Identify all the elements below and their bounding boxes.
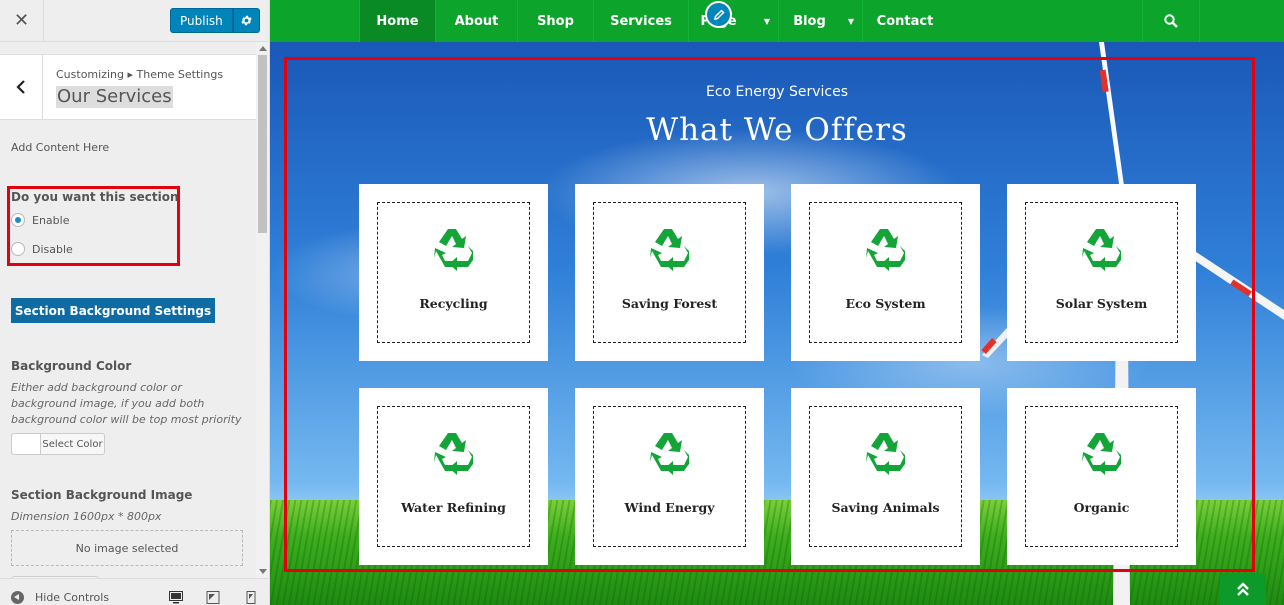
recycle-icon: [1077, 224, 1127, 274]
enable-radio[interactable]: Enable: [11, 213, 69, 227]
service-card-border: Eco System: [809, 202, 962, 343]
publish-button[interactable]: Publish: [170, 8, 233, 33]
scrollbar-thumb[interactable]: [258, 55, 267, 233]
service-card-label: Organic: [1073, 500, 1130, 515]
nav-item-shop[interactable]: Shop: [517, 0, 593, 42]
service-card[interactable]: Organic: [1007, 388, 1196, 565]
scroll-up-arrow[interactable]: [259, 46, 267, 51]
hide-controls-button[interactable]: Hide Controls: [11, 591, 109, 604]
nav-item-blog[interactable]: Blog: [778, 0, 848, 42]
recycle-icon: [645, 428, 695, 478]
blog-dropdown-caret[interactable]: ▼: [840, 0, 862, 42]
service-card-border: Saving Animals: [809, 406, 962, 547]
double-chevron-up-icon: [1237, 582, 1249, 596]
nav-item-about[interactable]: About: [435, 0, 517, 42]
section-header: Customizing ▸ Theme Settings Our Service…: [0, 54, 256, 120]
radio-button[interactable]: [11, 242, 25, 256]
recycle-icon: [645, 224, 695, 274]
collapse-icon: [11, 591, 24, 604]
service-card-border: Wind Energy: [593, 406, 746, 547]
background-color-title: Background Color: [11, 359, 132, 373]
site-preview: Home About Shop Services Page ▼ Blog ▼ C…: [270, 0, 1284, 605]
service-card-label: Saving Forest: [621, 296, 718, 311]
service-card[interactable]: Eco System: [791, 184, 980, 361]
service-card-border: Solar System: [1025, 202, 1178, 343]
recycle-icon: [429, 224, 479, 274]
section-heading: What We Offers: [646, 112, 908, 148]
publish-group: Publish: [170, 8, 260, 33]
scroll-down-arrow[interactable]: [259, 569, 267, 574]
sidebar-scrollbar[interactable]: [256, 42, 269, 578]
nav-item-home[interactable]: Home: [359, 0, 435, 42]
back-button[interactable]: [0, 55, 43, 119]
customizer-footer: Hide Controls: [0, 578, 269, 605]
service-card-label: Eco System: [845, 296, 926, 311]
search-button[interactable]: [1142, 0, 1200, 42]
select-color-button[interactable]: Select Color: [11, 433, 105, 455]
customizer-sidebar: ✕ Publish Customizing ▸ Theme Settings O…: [0, 0, 270, 605]
nav-item-contact[interactable]: Contact: [862, 0, 947, 42]
publish-settings-button[interactable]: [232, 8, 260, 33]
service-card[interactable]: Wind Energy: [575, 388, 764, 565]
background-image-title: Section Background Image: [11, 488, 193, 502]
edit-shortcut-button[interactable]: [705, 1, 732, 28]
image-placeholder[interactable]: No image selected: [11, 530, 243, 566]
close-customizer-button[interactable]: ✕: [0, 0, 44, 41]
recycle-icon: [861, 224, 911, 274]
breadcrumb: Customizing ▸ Theme Settings: [56, 68, 224, 81]
enable-radio-label: Enable: [32, 213, 70, 227]
service-card[interactable]: Recycling: [359, 184, 548, 361]
hide-controls-label: Hide Controls: [35, 591, 110, 604]
service-card-border: Recycling: [377, 202, 530, 343]
main-navigation: Home About Shop Services Page ▼ Blog ▼ C…: [270, 0, 1284, 42]
service-card-border: Organic: [1025, 406, 1178, 547]
recycle-icon: [861, 428, 911, 478]
service-card-label: Wind Energy: [624, 500, 715, 515]
service-card-label: Water Refining: [401, 500, 506, 515]
section-toggle-title: Do you want this section: [11, 190, 179, 204]
add-content-label: Add Content Here: [11, 141, 110, 154]
select-color-label: Select Color: [42, 438, 103, 450]
scroll-to-top-button[interactable]: [1220, 573, 1266, 605]
color-swatch: [12, 434, 41, 454]
service-card-label: Recycling: [419, 296, 488, 311]
pencil-icon: [713, 8, 725, 20]
service-card[interactable]: Saving Forest: [575, 184, 764, 361]
customizer-panel: Customizing ▸ Theme Settings Our Service…: [0, 42, 256, 578]
radio-button-checked[interactable]: [11, 213, 25, 227]
service-card-border: Saving Forest: [593, 202, 746, 343]
disable-radio[interactable]: Disable: [11, 242, 73, 256]
background-color-description: Either add background color or backgroun…: [11, 381, 242, 426]
background-image-dimension: Dimension 1600px * 800px: [11, 510, 162, 523]
section-subtitle: Eco Energy Services: [705, 84, 849, 100]
service-card[interactable]: Saving Animals: [791, 388, 980, 565]
customizer-header: ✕ Publish: [0, 0, 269, 42]
service-card-label: Saving Animals: [831, 500, 940, 515]
recycle-icon: [429, 428, 479, 478]
service-card-label: Solar System: [1055, 296, 1148, 311]
service-card[interactable]: Solar System: [1007, 184, 1196, 361]
gear-icon: [241, 15, 252, 26]
recycle-icon: [1077, 428, 1127, 478]
service-card-border: Water Refining: [377, 406, 530, 547]
section-title: Our Services: [56, 86, 173, 108]
disable-radio-label: Disable: [32, 242, 73, 256]
nav-item-services[interactable]: Services: [593, 0, 688, 42]
search-icon: [1164, 14, 1178, 28]
tablet-preview-icon[interactable]: [206, 591, 220, 604]
page-dropdown-caret[interactable]: ▼: [756, 0, 778, 42]
section-background-settings-button[interactable]: Section Background Settings: [11, 298, 215, 323]
desktop-preview-icon[interactable]: [169, 591, 183, 604]
mobile-preview-icon[interactable]: [244, 591, 258, 604]
service-card[interactable]: Water Refining: [359, 388, 548, 565]
close-icon: ✕: [13, 10, 30, 31]
chevron-left-icon: [16, 80, 25, 94]
